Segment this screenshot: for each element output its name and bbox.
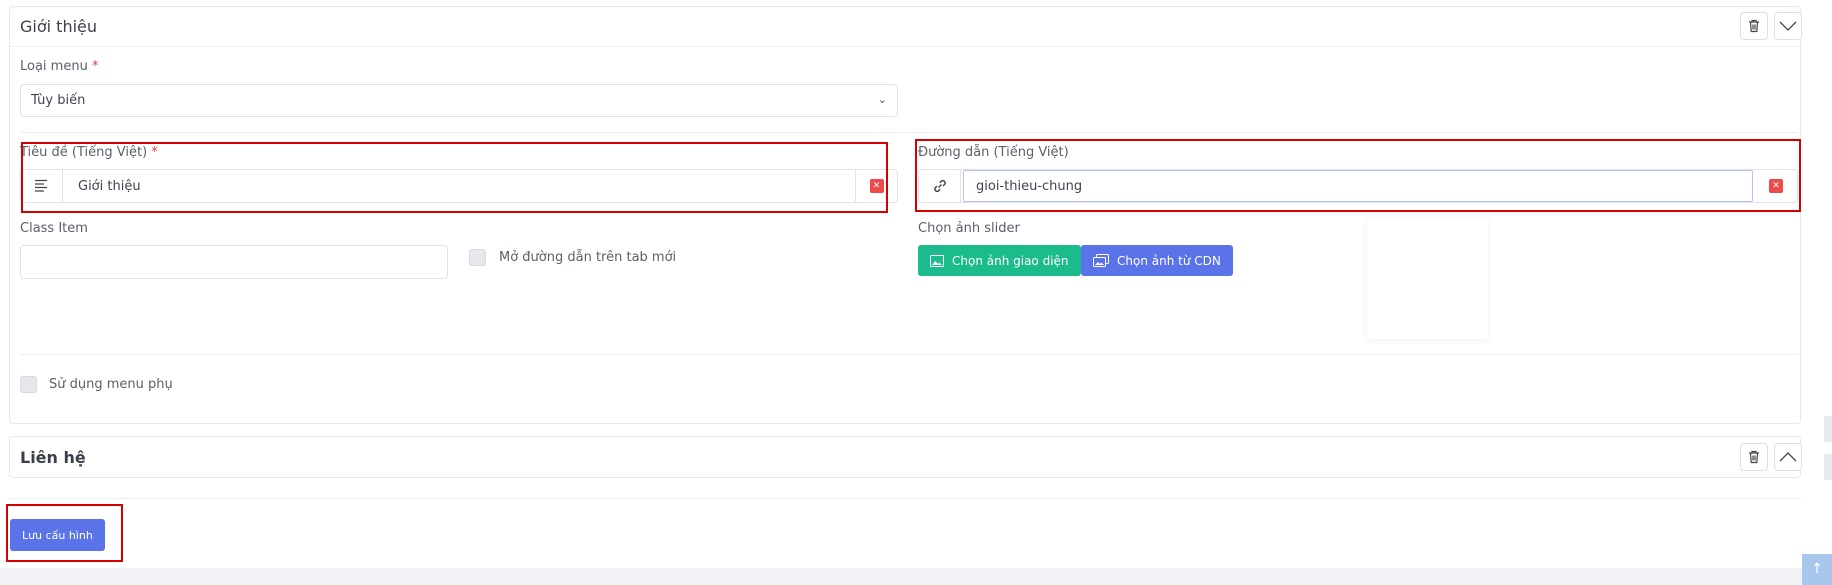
open-new-tab-checkbox[interactable] <box>469 249 486 266</box>
choose-cdn-image-button[interactable]: Chọn ảnh từ CDN <box>1081 245 1233 276</box>
image-icon <box>930 254 944 267</box>
menu-item-card-gioi-thieu: Giới thiệu <box>9 6 1802 424</box>
page: Giới thiệu Loại menu * Tùy biến ⌄ Tiêu đ… <box>0 0 1832 568</box>
card-header: Giới thiệu <box>10 7 1802 47</box>
divider <box>20 354 1798 355</box>
scroll-to-top-button[interactable]: ↑ <box>1802 554 1832 585</box>
delete-button[interactable] <box>1740 443 1768 471</box>
slider-label: Chọn ảnh slider <box>918 221 1020 236</box>
choose-theme-image-button[interactable]: Chọn ảnh giao diện <box>918 245 1081 276</box>
chevron-down-icon <box>1779 21 1797 31</box>
card-title: Liên hệ <box>20 448 86 467</box>
submenu-checkbox[interactable] <box>20 376 37 393</box>
side-tab[interactable] <box>1824 416 1832 442</box>
trash-icon <box>1749 450 1759 464</box>
chevron-down-icon: ⌄ <box>877 93 887 106</box>
open-new-tab-label: Mở đường dẫn trên tab mới <box>499 250 677 265</box>
class-item-label: Class Item <box>20 221 88 236</box>
collapse-button[interactable] <box>1774 12 1802 40</box>
submenu-label: Sử dụng menu phụ <box>49 377 173 392</box>
highlight-path-field <box>915 139 1801 212</box>
card-title: Giới thiệu <box>20 17 98 36</box>
expand-button[interactable] <box>1774 443 1802 471</box>
menu-type-value: Tùy biến <box>31 93 86 108</box>
chevron-up-icon <box>1779 452 1797 462</box>
delete-button[interactable] <box>1740 12 1768 40</box>
highlight-title-field <box>21 142 888 213</box>
slider-image-preview <box>1367 219 1488 339</box>
divider <box>9 498 1801 499</box>
side-tab[interactable] <box>1824 454 1832 480</box>
arrow-up-icon: ↑ <box>1811 561 1823 577</box>
trash-icon <box>1749 19 1759 33</box>
menu-type-label: Loại menu * <box>20 59 99 74</box>
menu-item-card-lien-he: Liên hệ <box>9 436 1802 478</box>
class-item-input[interactable] <box>20 245 448 279</box>
images-icon <box>1093 254 1109 267</box>
divider <box>20 132 1798 133</box>
highlight-save-button <box>6 504 123 562</box>
menu-type-select[interactable]: Tùy biến ⌄ <box>20 84 898 117</box>
